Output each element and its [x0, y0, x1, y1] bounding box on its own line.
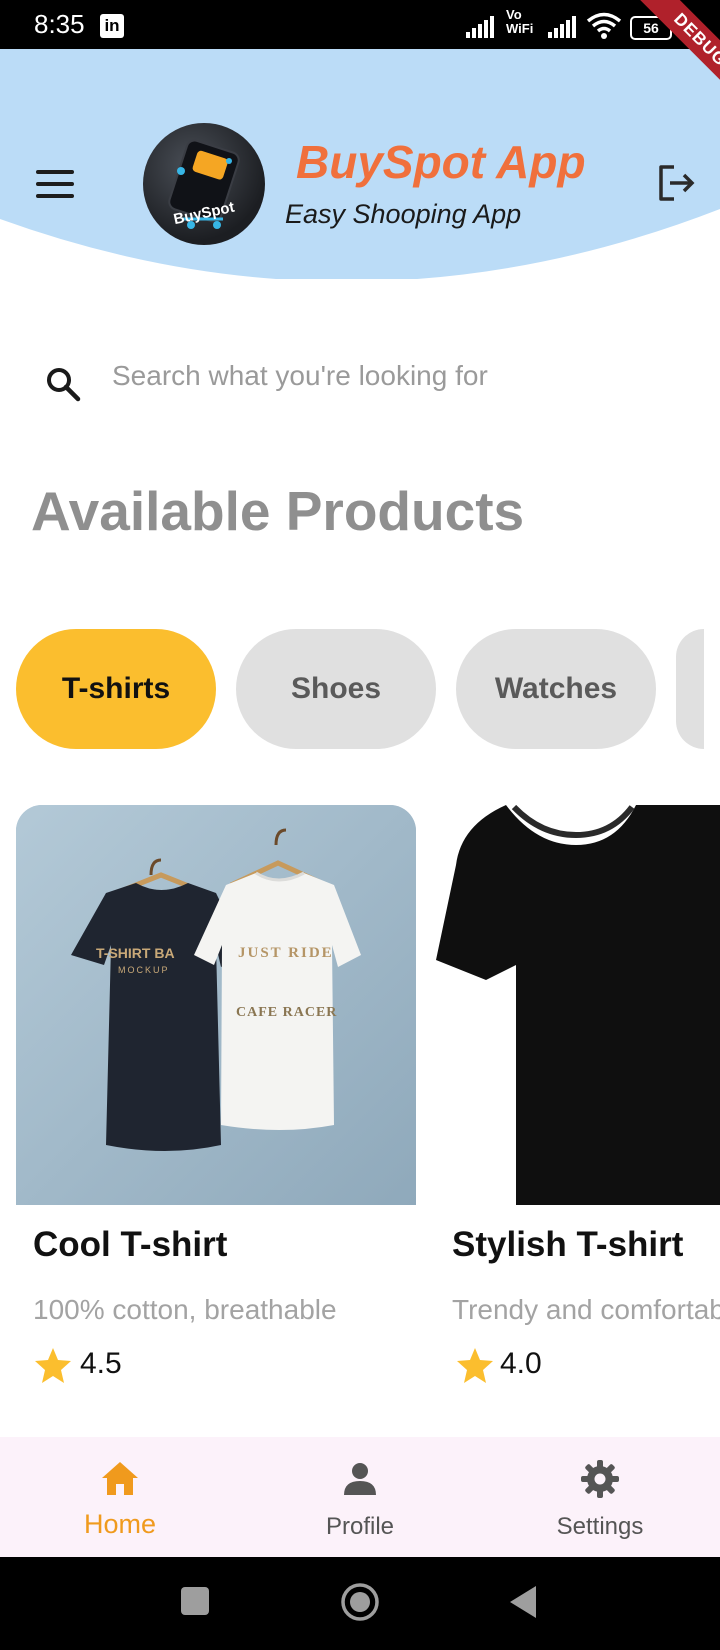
- star-icon: [35, 1348, 71, 1383]
- product-image-cool-tshirt[interactable]: T-SHIRT BA MOCKUP JUST RIDE CAFE RACER: [16, 805, 416, 1205]
- wifi-icon: [586, 12, 622, 39]
- image-print-text: MOCKUP: [118, 965, 170, 975]
- status-bar: 8:35 in Vo WiFi 56: [0, 0, 720, 49]
- back-button[interactable]: [508, 1584, 540, 1620]
- category-chip-shoes[interactable]: Shoes: [236, 629, 436, 749]
- image-print-text: T-SHIRT BA: [96, 945, 175, 961]
- category-chip-partial[interactable]: [676, 629, 704, 749]
- person-icon: [344, 1463, 376, 1495]
- product-description: 100% cotton, breathable: [33, 1294, 337, 1325]
- nav-label-profile: Profile: [325, 1513, 395, 1540]
- signal-icon: [466, 16, 496, 38]
- network-label: Vo WiFi: [506, 8, 533, 36]
- nav-label-home: Home: [83, 1509, 157, 1539]
- image-print-text: CAFE RACER: [236, 1005, 338, 1020]
- image-print-text: JUST RIDE: [238, 945, 334, 961]
- nav-label-settings: Settings: [556, 1513, 644, 1540]
- nav-item-profile[interactable]: Profile: [240, 1437, 480, 1557]
- search-input[interactable]: [112, 356, 672, 396]
- category-chip-tshirts[interactable]: T-shirts: [16, 629, 216, 749]
- product-image-stylish-tshirt[interactable]: [436, 805, 720, 1205]
- menu-icon[interactable]: [36, 170, 74, 200]
- product-rating: 4.0: [500, 1347, 542, 1380]
- system-navigation-bar: [0, 1557, 720, 1650]
- product-description: Trendy and comfortable: [452, 1294, 720, 1325]
- nav-item-home[interactable]: Home: [0, 1437, 240, 1557]
- network-label-bottom: WiFi: [506, 21, 534, 36]
- status-time: 8:35: [34, 9, 85, 39]
- star-icon: [457, 1348, 493, 1383]
- recents-button[interactable]: [181, 1587, 209, 1615]
- nav-item-settings[interactable]: Settings: [480, 1437, 720, 1557]
- gear-icon: [581, 1460, 619, 1498]
- logout-icon[interactable]: [656, 163, 696, 203]
- linkedin-icon: in: [100, 14, 124, 38]
- category-chip-watches[interactable]: Watches: [456, 629, 656, 749]
- home-icon: [102, 1462, 138, 1495]
- product-rating: 4.5: [80, 1347, 122, 1380]
- product-title[interactable]: Stylish T-shirt: [452, 1225, 683, 1265]
- network-label-top: Vo: [506, 7, 522, 22]
- signal-icon-2: [548, 16, 578, 38]
- search-icon[interactable]: [44, 365, 82, 403]
- app-title: BuySpot App: [296, 136, 586, 188]
- product-title[interactable]: Cool T-shirt: [33, 1225, 227, 1265]
- home-button[interactable]: [340, 1582, 380, 1622]
- app-logo: BuySpot: [143, 123, 265, 245]
- app-subtitle: Easy Shooping App: [285, 199, 522, 229]
- section-title: Available Products: [31, 480, 525, 542]
